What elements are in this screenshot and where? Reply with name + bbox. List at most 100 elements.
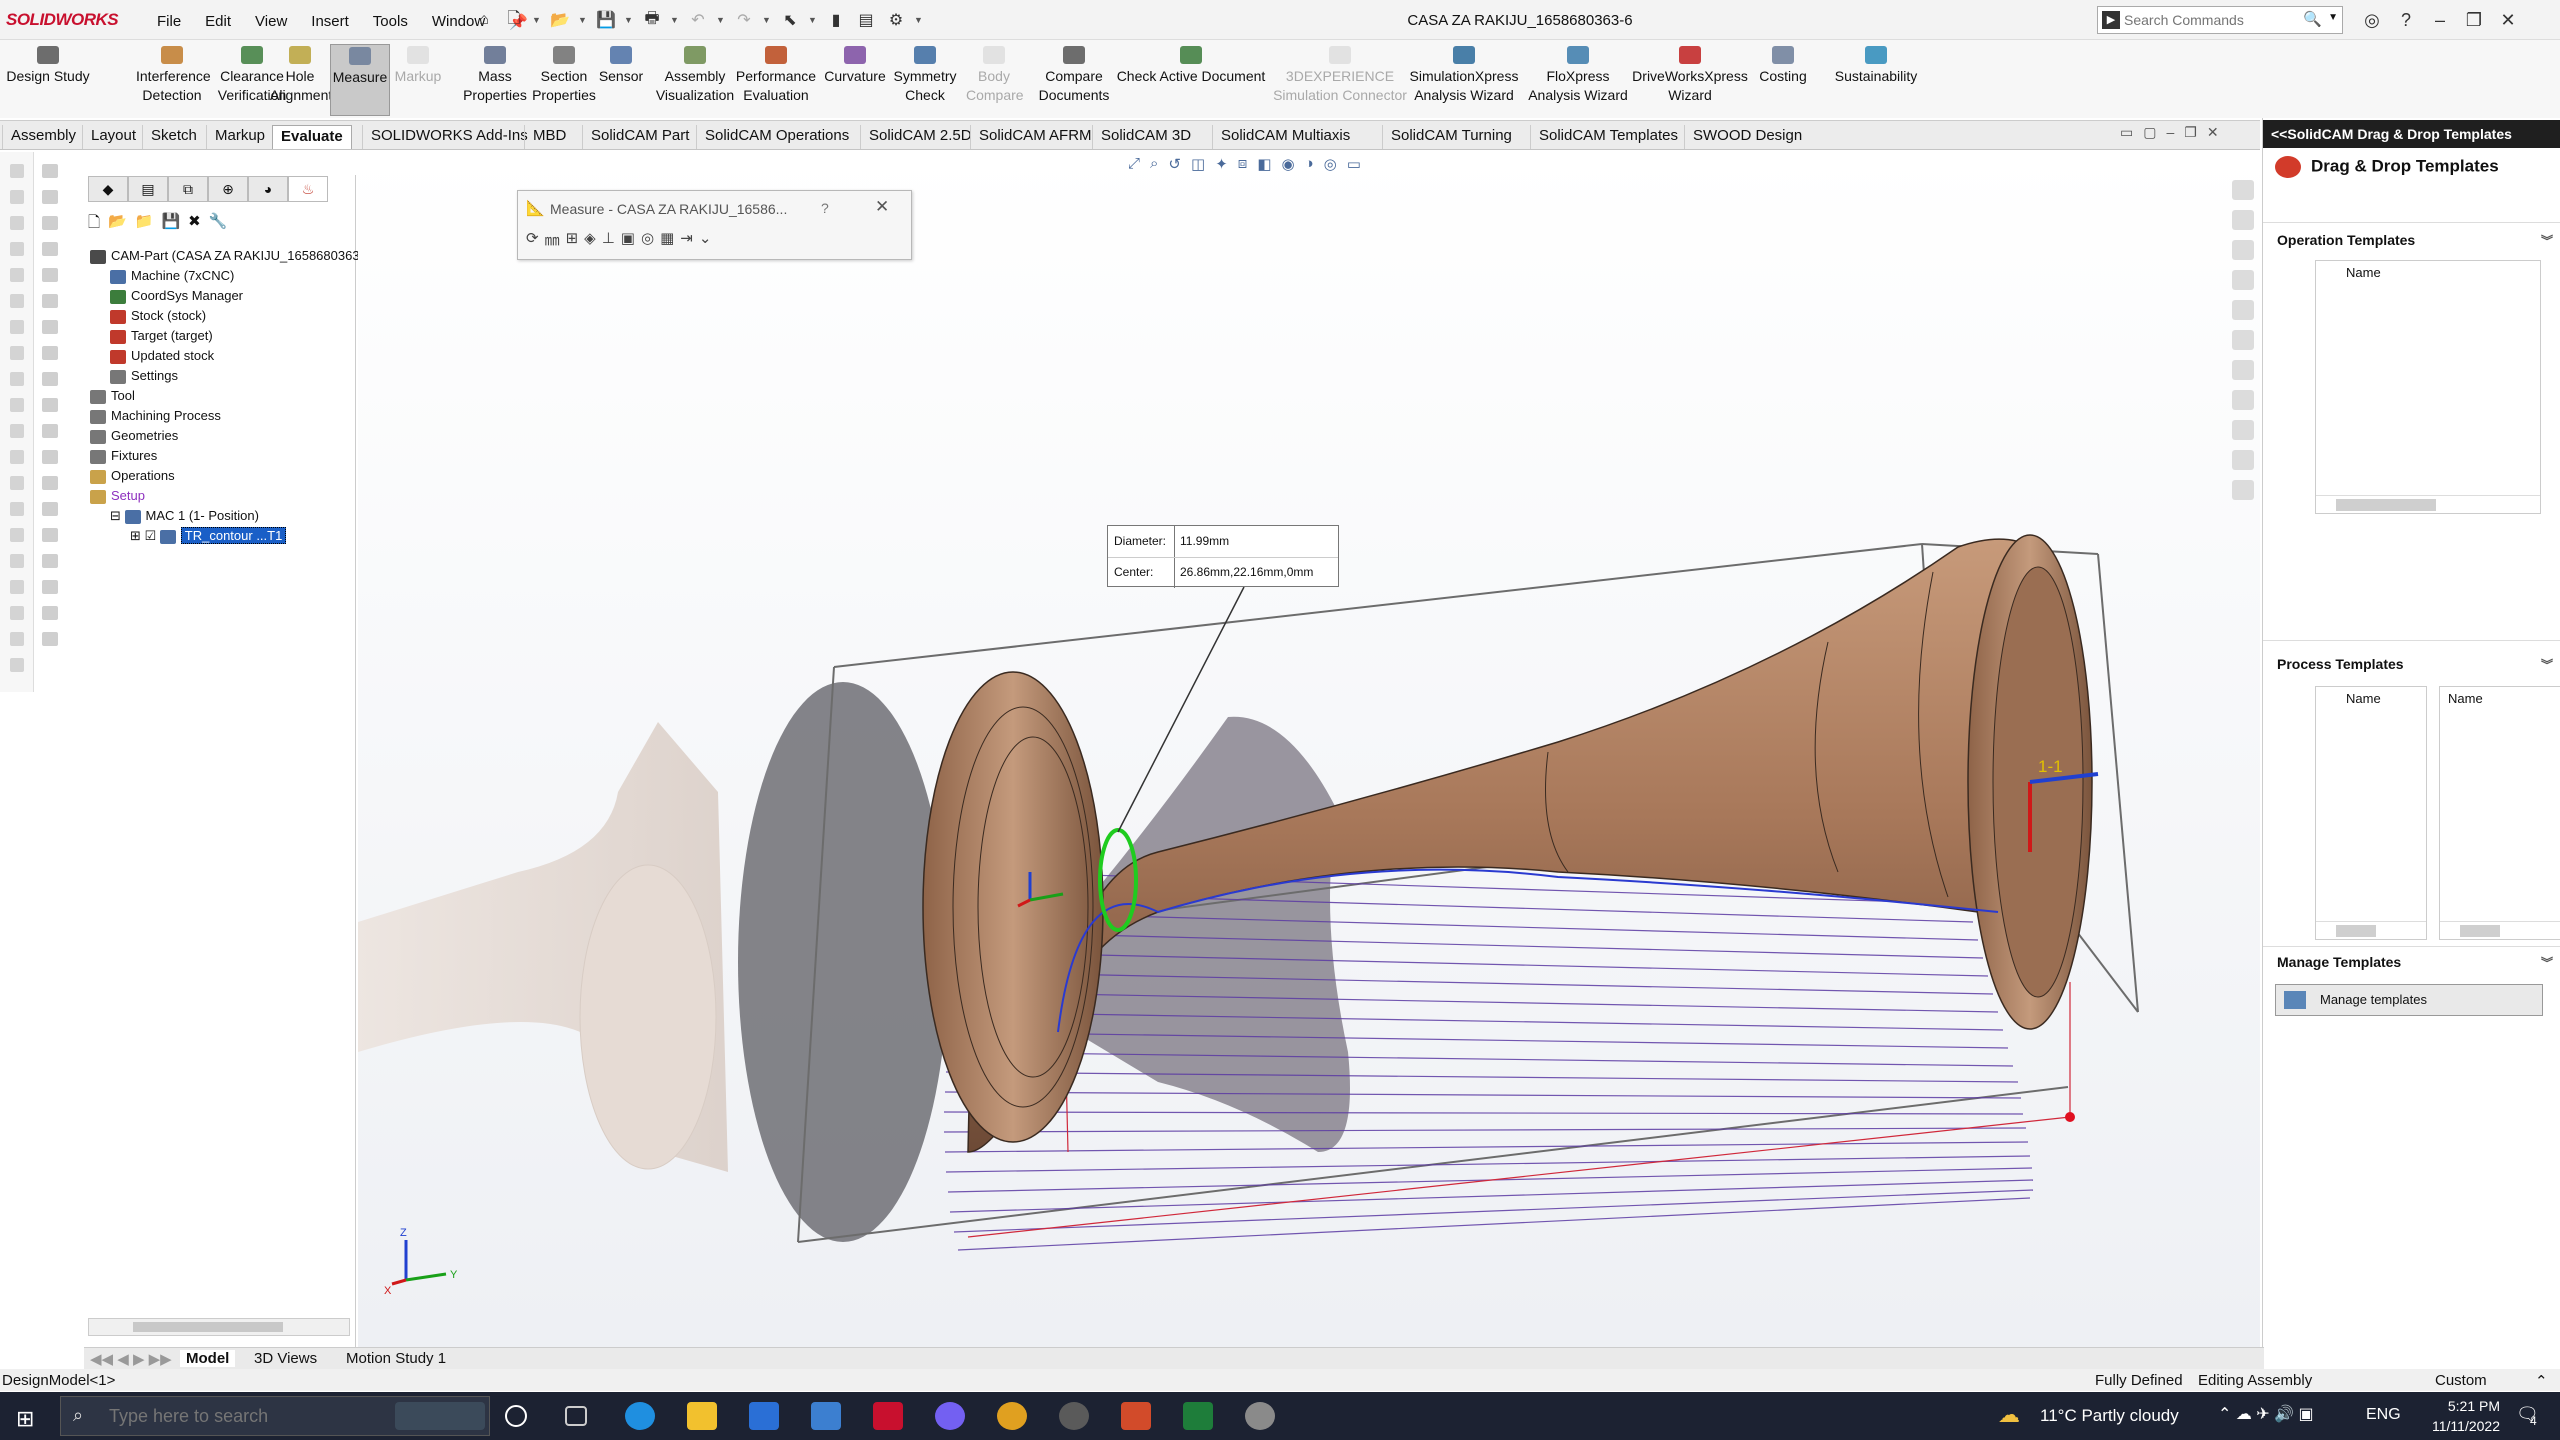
taskbar-clock[interactable]: 5:21 PM 11/11/2022 [2400, 1396, 2500, 1436]
menu-view[interactable]: View [243, 13, 299, 31]
excel-icon[interactable] [1183, 1402, 1213, 1430]
tree-horizontal-scrollbar[interactable] [88, 1318, 350, 1336]
measure-close-button[interactable]: ✕ [875, 197, 889, 217]
tree-node[interactable]: Machining Process [88, 406, 356, 426]
tool-icon[interactable] [42, 502, 58, 516]
section-view-icon[interactable]: ◫ [1191, 155, 1205, 173]
cmd-markup-button[interactable]: Markup [388, 44, 448, 116]
menu-tools[interactable]: Tools [361, 13, 420, 31]
tool-icon[interactable] [42, 320, 58, 334]
solidcam-tools-icon[interactable] [2232, 420, 2254, 440]
collapse-icon[interactable]: ⊟ [110, 508, 125, 523]
chevron-down-icon[interactable]: ▼ [2328, 12, 2338, 23]
previous-view-icon[interactable]: ↺ [1168, 155, 1181, 173]
cmd-interference-button[interactable]: Interference Detection [136, 44, 211, 116]
new-icon[interactable]: 🗋 [88, 212, 100, 237]
tool-icon[interactable] [42, 632, 58, 646]
file-properties-icon[interactable]: ▤ [854, 9, 878, 31]
tree-node[interactable]: ⊟ MAC 1 (1- Position) [88, 506, 356, 526]
tree-node[interactable]: Setup [88, 486, 356, 506]
chevron-icon[interactable]: ︾ [2541, 232, 2553, 249]
store-icon[interactable] [749, 1402, 779, 1430]
cmd-measure-button[interactable]: Measure [330, 44, 390, 116]
cmd-curvature-button[interactable]: Curvature [820, 44, 890, 116]
cmd-simxpress-button[interactable]: SimulationXpress Analysis Wizard [1406, 44, 1522, 116]
settings-wrench-icon[interactable]: 🔧 [209, 212, 228, 237]
close-doc-button[interactable]: ✕ [2207, 124, 2219, 141]
cortana-icon[interactable] [505, 1405, 527, 1427]
task-view-icon[interactable] [565, 1406, 587, 1426]
minimize-button[interactable]: – [2423, 6, 2457, 34]
tray-icons[interactable]: ⌃ ☁ ✈ 🔊 ▣ [2218, 1404, 2314, 1424]
zoom-to-area-icon[interactable]: ⌕ [1150, 155, 1158, 173]
display-style-icon[interactable]: ◧ [1257, 155, 1271, 173]
tab-model[interactable]: Model [180, 1350, 236, 1367]
tree-node[interactable]: Tool [88, 386, 356, 406]
tab-solidcam-templates[interactable]: SolidCAM Templates [1530, 125, 1686, 149]
tool-icon[interactable] [10, 294, 24, 308]
tool-icon[interactable] [10, 528, 24, 542]
cmd-sensor-button[interactable]: Sensor [596, 44, 646, 116]
name-column-header[interactable]: Name [2448, 691, 2483, 706]
create-sensor-icon[interactable]: ◎ [641, 229, 654, 250]
list-scrollbar[interactable] [2316, 921, 2426, 939]
show-xyz-icon[interactable]: ⊞ [566, 229, 579, 250]
list-scrollbar[interactable] [2316, 495, 2540, 513]
tool-icon[interactable] [10, 424, 24, 438]
tool-icon[interactable] [10, 606, 24, 620]
minimize-doc-button[interactable]: – [2166, 124, 2174, 141]
tab-solidcam-multiaxis[interactable]: SolidCAM Multiaxis [1212, 125, 1358, 149]
projected-on-icon[interactable]: ⊥ [602, 229, 615, 250]
restore-doc-button[interactable]: ❐ [2184, 124, 2197, 141]
restore-button[interactable]: ❐ [2457, 6, 2491, 34]
file-explorer-icon[interactable] [687, 1402, 717, 1430]
tree-node[interactable]: CAM-Part (CASA ZA RAKIJU_1658680363-6) [88, 246, 375, 266]
view-settings-icon[interactable]: ▭ [1347, 155, 1361, 173]
help-icon[interactable]: ? [2389, 6, 2423, 34]
tree-node[interactable]: Fixtures [88, 446, 356, 466]
edge-icon[interactable] [625, 1402, 655, 1430]
tool-icon[interactable] [42, 294, 58, 308]
tree-node[interactable]: Settings [88, 366, 356, 386]
tool-icon[interactable] [42, 346, 58, 360]
menu-file[interactable]: File [145, 13, 193, 31]
cmd-performance-button[interactable]: Performance Evaluation [730, 44, 822, 116]
print-icon[interactable]: 🖶 [640, 9, 664, 31]
scroll-thumb[interactable] [2336, 925, 2376, 937]
process-templates-list-a[interactable]: Name [2315, 686, 2427, 940]
tool-icon[interactable] [10, 580, 24, 594]
weather-icon[interactable]: ☁ [1998, 1402, 2020, 1428]
home-icon[interactable]: ⌂ [472, 9, 496, 31]
chevron-up-icon[interactable]: ⌃ [2535, 1372, 2548, 1390]
tab-swood-design[interactable]: SWOOD Design [1684, 125, 1810, 149]
edit-appearance-icon[interactable]: ◑ [1305, 155, 1314, 173]
manage-templates-button[interactable]: Manage templates [2275, 984, 2543, 1016]
units-dropdown[interactable]: Custom [2435, 1372, 2487, 1389]
operation-templates-section[interactable]: Operation Templates ︾ [2277, 232, 2553, 248]
tree-node[interactable]: CoordSys Manager [88, 286, 356, 306]
save-icon[interactable]: 💾 [594, 9, 618, 31]
feature-tree-tab-icon[interactable]: ◆ [88, 176, 128, 202]
cmd-floxpress-button[interactable]: FloXpress Analysis Wizard [1524, 44, 1632, 116]
point-to-point-icon[interactable]: ◈ [584, 229, 596, 250]
cmd-sustainability-button[interactable]: Sustainability [1828, 44, 1924, 116]
tab-solidcam-2-5d[interactable]: SolidCAM 2.5D [860, 125, 980, 149]
search-input[interactable] [2124, 10, 2304, 30]
pin-icon[interactable]: ⇥ [680, 229, 693, 250]
view-orientation-icon[interactable]: ⧈ [1238, 155, 1248, 173]
tab-solidcam-3d[interactable]: SolidCAM 3D [1092, 125, 1199, 149]
model-viewport[interactable]: 1-1 Z Y X [358, 152, 2260, 1347]
open-icon[interactable]: 📂 [548, 9, 572, 31]
tool-icon[interactable] [10, 372, 24, 386]
tool-icon[interactable] [42, 528, 58, 542]
tab-solidcam-operations[interactable]: SolidCAM Operations [696, 125, 857, 149]
tab-markup[interactable]: Markup [206, 125, 273, 149]
arc-circle-icon[interactable]: ⟳ [526, 229, 539, 250]
cmd-compare-button[interactable]: Compare Documents [1036, 44, 1112, 116]
save-icon[interactable]: 💾 [161, 212, 180, 237]
tool-icon[interactable] [42, 398, 58, 412]
tab-sketch[interactable]: Sketch [142, 125, 205, 149]
tool-icon[interactable] [10, 632, 24, 646]
chevron-down-icon[interactable]: ▼ [808, 9, 818, 31]
tool-icon[interactable] [10, 658, 24, 672]
